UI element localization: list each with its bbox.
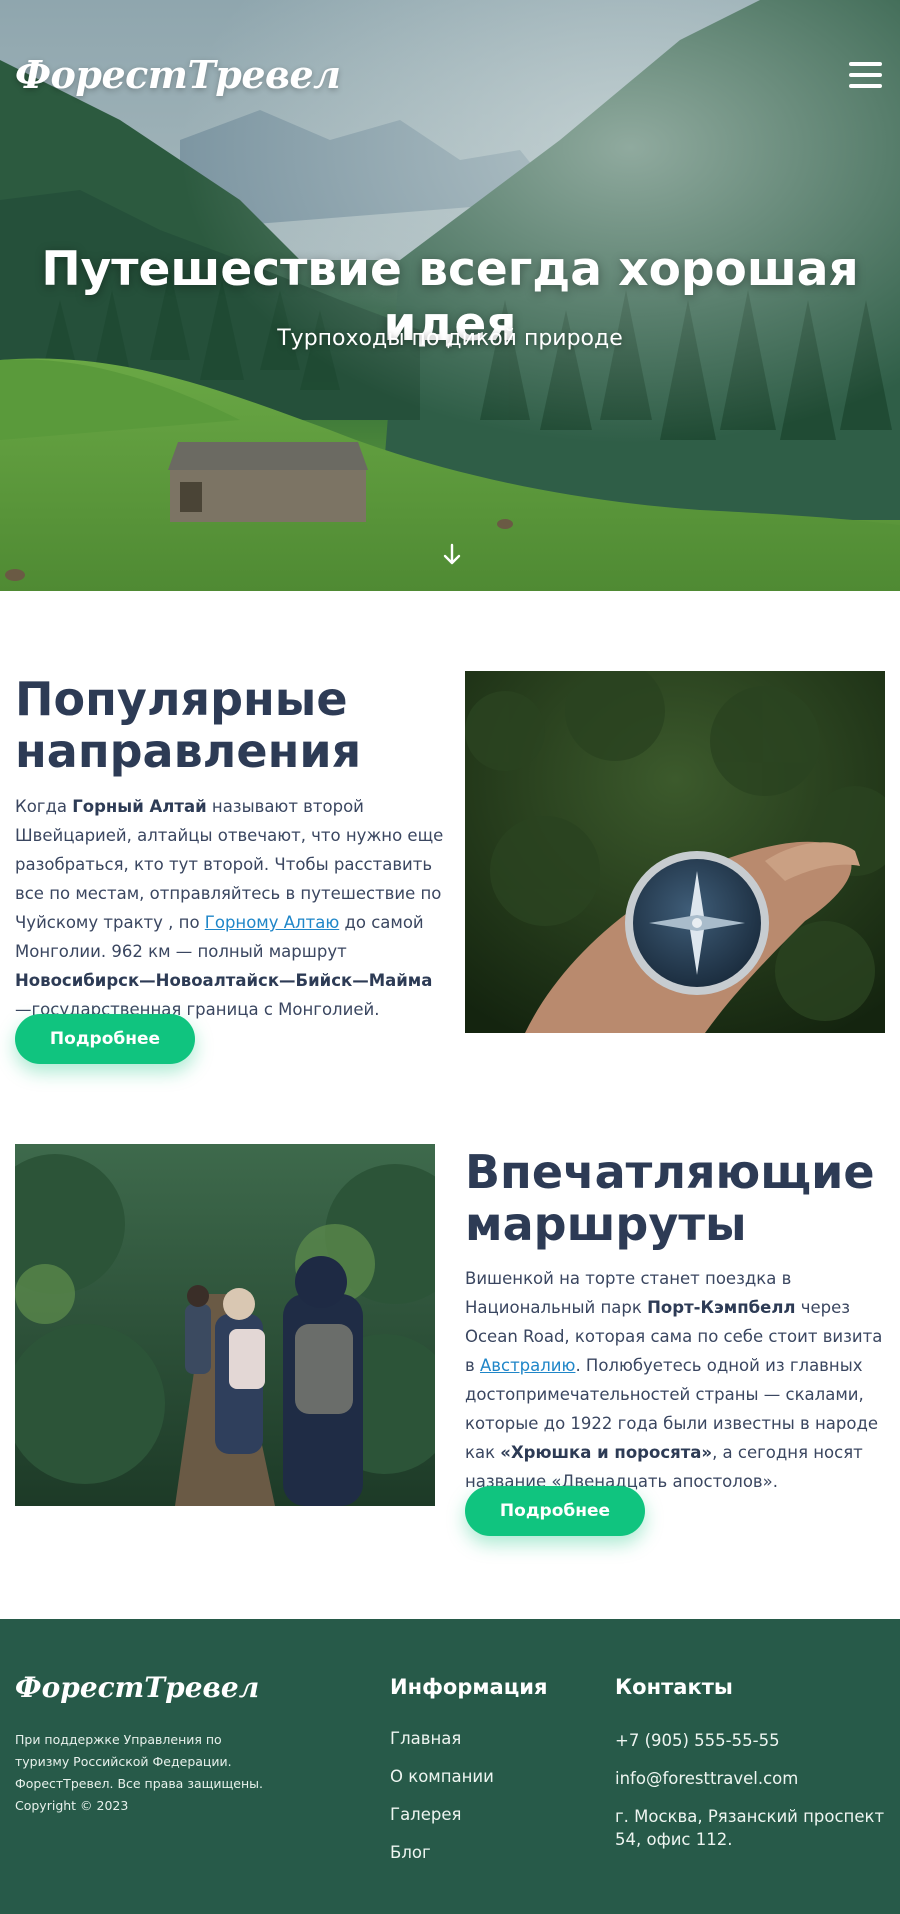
link-gorny-altai[interactable]: Горному Алтаю <box>205 913 339 932</box>
footer-link-gallery[interactable]: Галерея <box>390 1805 461 1824</box>
more-button-routes[interactable]: Подробнее <box>465 1486 645 1536</box>
footer-contacts-title: Контакты <box>615 1675 733 1699</box>
footer-note-line: При поддержке Управления по <box>15 1732 222 1747</box>
section-text-popular: Когда Горный Алтай называют второй Швейц… <box>15 792 445 1024</box>
compass-photo <box>465 671 885 1033</box>
section-title-line: маршруты <box>465 1197 747 1251</box>
section-title-popular: Популярные направления <box>15 673 435 777</box>
arrow-down-icon[interactable] <box>441 541 463 569</box>
footer-phone[interactable]: +7 (905) 555-55-55 <box>615 1729 780 1752</box>
footer-note-line: Copyright © 2023 <box>15 1798 129 1813</box>
hamburger-menu-icon[interactable] <box>849 62 882 88</box>
hero-subtitle: Турпоходы по дикой природе <box>277 326 623 351</box>
more-button-popular[interactable]: Подробнее <box>15 1014 195 1064</box>
section-title-line: направления <box>15 724 362 778</box>
cabin-shape <box>168 442 368 522</box>
footer-address: г. Москва, Рязанский проспект 54, офис 1… <box>615 1807 885 1849</box>
section-text-routes: Вишенкой на торте станет поездка в Нацио… <box>465 1264 895 1496</box>
hikers-photo <box>15 1144 435 1506</box>
footer-email[interactable]: info@foresttravel.com <box>615 1767 798 1790</box>
text-bold: Порт-Кэмпбелл <box>647 1298 796 1317</box>
footer-link-blog[interactable]: Блог <box>390 1843 431 1862</box>
footer-link-home[interactable]: Главная <box>390 1729 461 1748</box>
link-australia[interactable]: Австралию <box>480 1356 575 1375</box>
section-title-line: Популярные <box>15 672 348 726</box>
text-bold: Новосибирск—Новоалтайск—Бийск—Майма <box>15 971 433 990</box>
site-logo[interactable]: ФорестТревел <box>15 52 341 97</box>
footer-note: При поддержке Управления по туризму Росс… <box>15 1729 265 1817</box>
hero-section: ФорестТревел Путешествие всегда хорошая … <box>0 0 900 591</box>
text-fragment: называют второй Швейцарией, алтайцы отве… <box>15 797 444 932</box>
section-title-routes: Впечатляющие маршруты <box>465 1146 885 1250</box>
footer: ФорестТревел При поддержке Управления по… <box>0 1619 900 1914</box>
section-title-line: Впечатляющие <box>465 1145 875 1199</box>
footer-logo[interactable]: ФорестТревел <box>15 1671 259 1704</box>
footer-note-line: туризму Российской Федерации. <box>15 1754 232 1769</box>
footer-info-title: Информация <box>390 1675 548 1699</box>
text-bold: «Хрюшка и поросята» <box>500 1443 713 1462</box>
footer-note-line: ФорестТревел. Все права защищены. <box>15 1776 264 1791</box>
text-bold: Горный Алтай <box>72 797 207 816</box>
text-fragment: Когда <box>15 797 73 816</box>
footer-link-about[interactable]: О компании <box>390 1767 494 1786</box>
